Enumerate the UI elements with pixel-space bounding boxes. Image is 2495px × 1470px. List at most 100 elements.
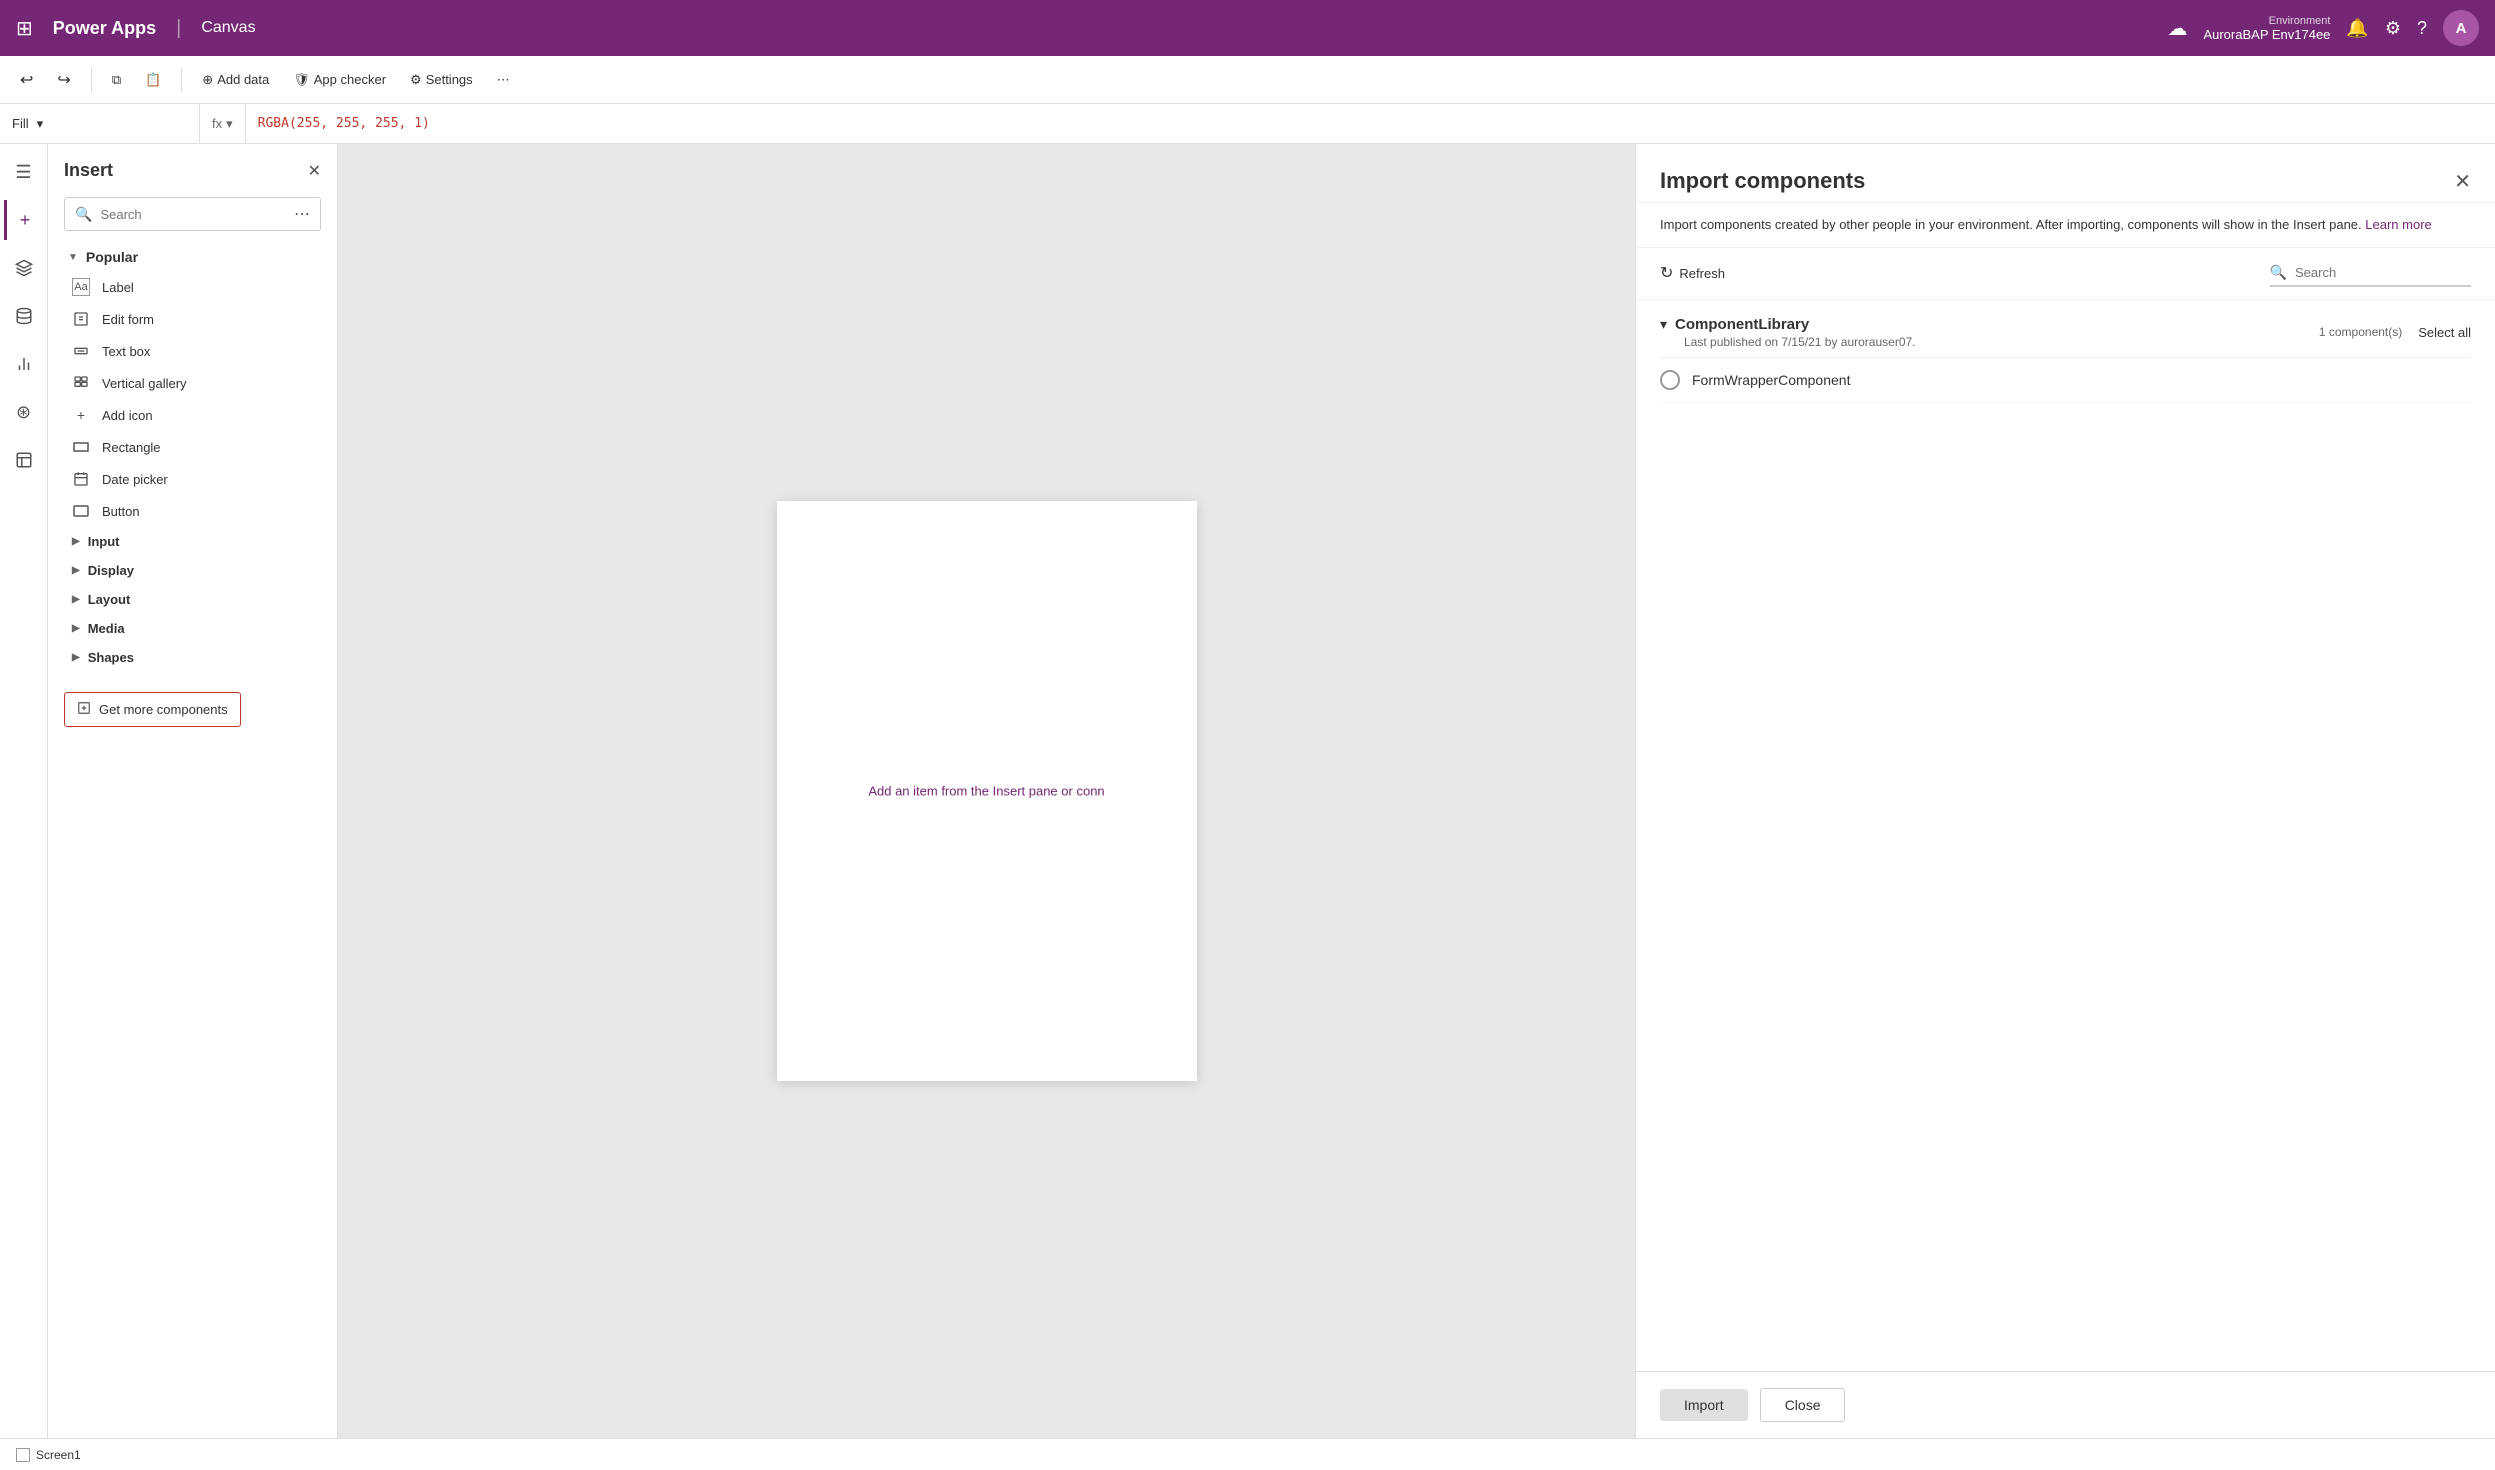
avatar[interactable]: A [2443, 10, 2479, 46]
import-search-input[interactable] [2295, 265, 2471, 280]
import-search-icon: 🔍 [2270, 264, 2287, 281]
toolbar2: ↩ ↪ ⧉ 📋 ⊕ Add data 🛡 App checker ⚙ Setti… [0, 56, 2495, 104]
library-chevron-icon[interactable]: ▾ [1660, 316, 1667, 333]
paste-button[interactable]: 📋 [137, 68, 169, 92]
insert-item-addicon-text: Add icon [102, 408, 153, 423]
get-more-label: Get more components [99, 702, 228, 717]
gear-icon[interactable]: ⚙ [2385, 18, 2401, 39]
help-icon[interactable]: ? [2417, 18, 2427, 39]
subcategory-shapes-label: Shapes [88, 650, 134, 665]
insert-item-datepicker[interactable]: Date picker [48, 463, 337, 495]
bell-icon[interactable]: 🔔 [2346, 18, 2368, 39]
datepicker-icon [72, 470, 90, 488]
close-button[interactable]: Close [1760, 1388, 1846, 1422]
copy-button[interactable]: ⧉ [104, 68, 129, 92]
app-checker-button[interactable]: 🛡 App checker [285, 68, 394, 92]
screen-label: Screen1 [36, 1448, 81, 1462]
import-panel-title: Import components [1660, 168, 1865, 194]
insert-subcategory-media[interactable]: ▶ Media [48, 614, 337, 643]
property-selector[interactable]: Fill ▾ [0, 104, 200, 143]
learn-more-link[interactable]: Learn more [2365, 217, 2431, 232]
canvas-hint-text: Add an item from the Insert pane [868, 784, 1057, 799]
insert-subcategory-input[interactable]: ▶ Input [48, 527, 337, 556]
import-panel-close-button[interactable]: ✕ [2454, 169, 2471, 194]
undo-button[interactable]: ↩ [12, 66, 41, 94]
environment-name: AuroraBAP Env174ee [2203, 27, 2330, 42]
insert-item-gallery-text: Vertical gallery [102, 376, 187, 391]
insert-category-popular[interactable]: ▼ Popular [48, 243, 337, 271]
rectangle-icon [72, 438, 90, 456]
sidebar-icon-data[interactable] [4, 296, 44, 336]
sidebar-icon-variables[interactable] [4, 440, 44, 480]
insert-item-button[interactable]: Button [48, 495, 337, 527]
canvas-hint: Add an item from the Insert pane or conn [868, 784, 1104, 799]
insert-search-box: 🔍 ⋯ [64, 197, 321, 231]
gallery-icon [72, 374, 90, 392]
sidebar-icon-menu[interactable]: ☰ [4, 152, 44, 192]
canvas-hint-link[interactable]: or conn [1061, 784, 1104, 799]
ellipsis-icon: ⋯ [497, 72, 510, 88]
insert-item-editform[interactable]: Edit form [48, 303, 337, 335]
insert-item-label-text: Label [102, 280, 134, 295]
copy-icon: ⧉ [112, 72, 121, 88]
subcategory-display-label: Display [88, 563, 134, 578]
import-toolbar: ↻ Refresh 🔍 [1636, 248, 2495, 300]
topbar-right: ☁ Environment AuroraBAP Env174ee 🔔 ⚙ ? A [2167, 10, 2479, 46]
redo-button[interactable]: ↪ [49, 66, 78, 94]
sidebar-icon-analytics[interactable] [4, 344, 44, 384]
insert-subcategory-layout[interactable]: ▶ Layout [48, 585, 337, 614]
settings-button[interactable]: ⚙ Settings [402, 68, 481, 92]
insert-item-label[interactable]: Aa Label [48, 271, 337, 303]
sidebar-icon-components[interactable]: ⊛ [4, 392, 44, 432]
environment-label: Environment [2269, 15, 2331, 27]
insert-panel-header: Insert ✕ [48, 144, 337, 189]
sidebar-icon-layers[interactable] [4, 248, 44, 288]
fx-chevron: ▾ [226, 116, 233, 132]
main-layout: ☰ + ⊛ Insert [0, 144, 2495, 1438]
import-content: ▾ ComponentLibrary Last published on 7/1… [1636, 300, 2495, 1372]
more-button[interactable]: ⋯ [489, 68, 518, 92]
chevron-right-icon-input: ▶ [72, 536, 80, 547]
subcategory-media-label: Media [88, 621, 125, 636]
component-radio-button[interactable] [1660, 370, 1680, 390]
insert-panel-close-button[interactable]: ✕ [308, 161, 321, 181]
get-more-components-button[interactable]: Get more components [64, 692, 241, 727]
subcategory-input-label: Input [88, 534, 120, 549]
topbar: ⊞ Power Apps | Canvas ☁ Environment Auro… [0, 0, 2495, 56]
insert-search-input[interactable] [100, 207, 286, 222]
refresh-button[interactable]: ↻ Refresh [1660, 263, 1725, 283]
import-button[interactable]: Import [1660, 1389, 1748, 1421]
insert-item-gallery[interactable]: Vertical gallery [48, 367, 337, 399]
insert-item-addicon[interactable]: + Add icon [48, 399, 337, 431]
screen-checkbox[interactable] [16, 1448, 30, 1462]
button-icon [72, 502, 90, 520]
import-search-box: 🔍 [2270, 260, 2471, 287]
library-right: 1 component(s) Select all [2319, 325, 2471, 340]
import-description: Import components created by other peopl… [1636, 203, 2495, 248]
insert-item-rectangle[interactable]: Rectangle [48, 431, 337, 463]
grid-icon[interactable]: ⊞ [16, 16, 33, 41]
formula-input[interactable]: RGBA(255, 255, 255, 1) [246, 116, 2495, 131]
search-options-button[interactable]: ⋯ [294, 204, 310, 224]
add-data-button[interactable]: ⊕ Add data [194, 68, 277, 92]
insert-subcategory-display[interactable]: ▶ Display [48, 556, 337, 585]
category-popular-label: Popular [86, 249, 138, 265]
fx-label: fx [212, 116, 222, 131]
screen-tab[interactable]: Screen1 [16, 1448, 81, 1462]
insert-item-button-text: Button [102, 504, 140, 519]
fx-indicator: fx ▾ [200, 104, 246, 143]
undo-icon: ↩ [20, 70, 33, 90]
select-all-button[interactable]: Select all [2418, 325, 2471, 340]
app-checker-icon: 🛡 [293, 72, 310, 88]
property-value: Fill [12, 116, 29, 131]
formulabar: Fill ▾ fx ▾ RGBA(255, 255, 255, 1) [0, 104, 2495, 144]
property-chevron: ▾ [37, 116, 44, 132]
insert-item-textbox[interactable]: Text box [48, 335, 337, 367]
chevron-right-icon-layout: ▶ [72, 594, 80, 605]
sidebar-icon-insert[interactable]: + [4, 200, 44, 240]
import-panel-header: Import components ✕ [1636, 144, 2495, 203]
component-item: FormWrapperComponent [1660, 358, 2471, 403]
insert-subcategory-shapes[interactable]: ▶ Shapes [48, 643, 337, 672]
cloud-icon: ☁ [2167, 16, 2187, 41]
addicon-icon: + [72, 406, 90, 424]
